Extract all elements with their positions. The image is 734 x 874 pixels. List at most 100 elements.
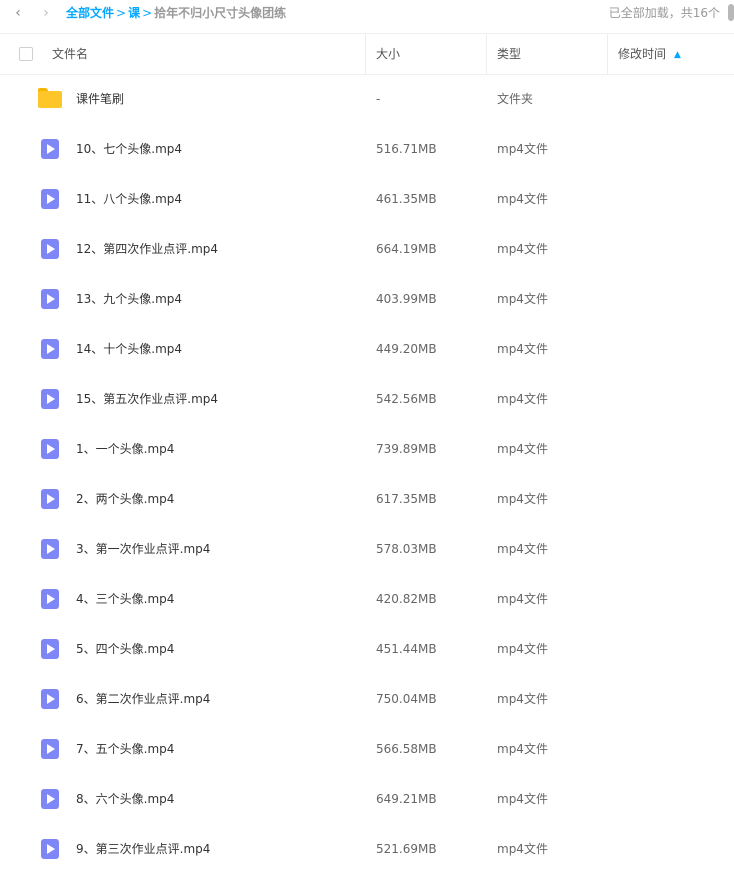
video-file-icon [41,639,59,659]
file-size: 461.35MB [376,192,437,206]
video-file-icon [41,389,59,409]
scrollbar-thumb[interactable] [728,4,734,21]
file-type: mp4文件 [497,742,548,756]
folder-icon [38,88,62,108]
file-row[interactable]: 课件笔刷 - 文件夹 [0,74,734,124]
file-type: mp4文件 [497,442,548,456]
file-type: mp4文件 [497,292,548,306]
file-type: mp4文件 [497,842,548,856]
chevron-right-icon[interactable]: › [38,4,54,22]
file-size: 420.82MB [376,592,437,606]
file-size: 750.04MB [376,692,437,706]
file-type: mp4文件 [497,592,548,606]
file-name[interactable]: 8、六个头像.mp4 [76,774,174,824]
file-size: 521.69MB [376,842,437,856]
file-row[interactable]: 11、八个头像.mp4 461.35MB mp4文件 [0,174,734,224]
video-file-icon [41,839,59,859]
column-header-modified[interactable]: 修改时间 ▲ [618,34,681,74]
file-type: 文件夹 [497,92,534,106]
breadcrumb-current: 拾年不归小尺寸头像团练 [154,6,287,20]
file-row[interactable]: 8、六个头像.mp4 649.21MB mp4文件 [0,774,734,824]
file-type: mp4文件 [497,792,548,806]
file-row[interactable]: 5、四个头像.mp4 451.44MB mp4文件 [0,624,734,674]
video-file-icon [41,289,59,309]
video-file-icon [41,589,59,609]
file-name[interactable]: 6、第二次作业点评.mp4 [76,674,210,724]
chevron-left-icon[interactable]: ‹ [10,4,26,22]
sort-icon[interactable]: ▲ [674,35,681,75]
file-row[interactable]: 1、一个头像.mp4 739.89MB mp4文件 [0,424,734,474]
breadcrumb: 全部文件 > 课 > 拾年不归小尺寸头像团练 [66,5,286,21]
video-file-icon [41,439,59,459]
video-file-icon [41,139,59,159]
file-row[interactable]: 3、第一次作业点评.mp4 578.03MB mp4文件 [0,524,734,574]
file-name[interactable]: 2、两个头像.mp4 [76,474,174,524]
column-header-modified-label: 修改时间 [618,47,667,61]
file-size: - [376,92,381,106]
file-name[interactable]: 14、十个头像.mp4 [76,324,182,374]
video-file-icon [41,189,59,209]
column-divider[interactable] [486,34,487,74]
file-size: 617.35MB [376,492,437,506]
file-row[interactable]: 4、三个头像.mp4 420.82MB mp4文件 [0,574,734,624]
file-name[interactable]: 课件笔刷 [76,74,124,124]
select-all-checkbox[interactable] [19,47,33,61]
file-row[interactable]: 14、十个头像.mp4 449.20MB mp4文件 [0,324,734,374]
file-row[interactable]: 6、第二次作业点评.mp4 750.04MB mp4文件 [0,674,734,724]
video-file-icon [41,539,59,559]
file-row[interactable]: 12、第四次作业点评.mp4 664.19MB mp4文件 [0,224,734,274]
file-size: 516.71MB [376,142,437,156]
breadcrumb-separator: > [116,6,127,20]
top-bar: ‹ › 全部文件 > 课 > 拾年不归小尺寸头像团练 已全部加载，共16个 [0,0,734,28]
video-file-icon [41,689,59,709]
file-type: mp4文件 [497,342,548,356]
column-header-size[interactable]: 大小 [376,34,400,74]
file-name[interactable]: 3、第一次作业点评.mp4 [76,524,210,574]
file-type: mp4文件 [497,242,548,256]
file-name[interactable]: 9、第三次作业点评.mp4 [76,824,210,874]
video-file-icon [41,739,59,759]
file-name[interactable]: 11、八个头像.mp4 [76,174,182,224]
breadcrumb-parent[interactable]: 课 [128,6,140,20]
file-size: 542.56MB [376,392,437,406]
file-row[interactable]: 13、九个头像.mp4 403.99MB mp4文件 [0,274,734,324]
file-size: 403.99MB [376,292,437,306]
file-name[interactable]: 15、第五次作业点评.mp4 [76,374,218,424]
file-type: mp4文件 [497,542,548,556]
file-size: 566.58MB [376,742,437,756]
file-type: mp4文件 [497,692,548,706]
file-size: 451.44MB [376,642,437,656]
column-divider[interactable] [607,34,608,74]
file-size: 739.89MB [376,442,437,456]
file-size: 649.21MB [376,792,437,806]
video-file-icon [41,339,59,359]
file-size: 449.20MB [376,342,437,356]
loaded-status: 已全部加载，共16个 [608,6,720,20]
file-name[interactable]: 13、九个头像.mp4 [76,274,182,324]
column-divider[interactable] [365,34,366,74]
breadcrumb-root[interactable]: 全部文件 [66,6,114,20]
file-name[interactable]: 4、三个头像.mp4 [76,574,174,624]
video-file-icon [41,789,59,809]
file-name[interactable]: 1、一个头像.mp4 [76,424,174,474]
file-row[interactable]: 10、七个头像.mp4 516.71MB mp4文件 [0,124,734,174]
file-row[interactable]: 15、第五次作业点评.mp4 542.56MB mp4文件 [0,374,734,424]
video-file-icon [41,489,59,509]
file-name[interactable]: 12、第四次作业点评.mp4 [76,224,218,274]
column-header-type[interactable]: 类型 [497,34,521,74]
file-name[interactable]: 10、七个头像.mp4 [76,124,182,174]
file-size: 578.03MB [376,542,437,556]
file-type: mp4文件 [497,642,548,656]
file-type: mp4文件 [497,392,548,406]
file-row[interactable]: 9、第三次作业点评.mp4 521.69MB mp4文件 [0,824,734,874]
file-type: mp4文件 [497,192,548,206]
file-type: mp4文件 [497,142,548,156]
file-row[interactable]: 2、两个头像.mp4 617.35MB mp4文件 [0,474,734,524]
file-name[interactable]: 5、四个头像.mp4 [76,624,174,674]
file-name[interactable]: 7、五个头像.mp4 [76,724,174,774]
video-file-icon [41,239,59,259]
column-header-name[interactable]: 文件名 [52,34,88,74]
breadcrumb-separator: > [142,6,153,20]
file-list-header: 文件名 大小 类型 修改时间 ▲ [0,33,734,75]
file-row[interactable]: 7、五个头像.mp4 566.58MB mp4文件 [0,724,734,774]
